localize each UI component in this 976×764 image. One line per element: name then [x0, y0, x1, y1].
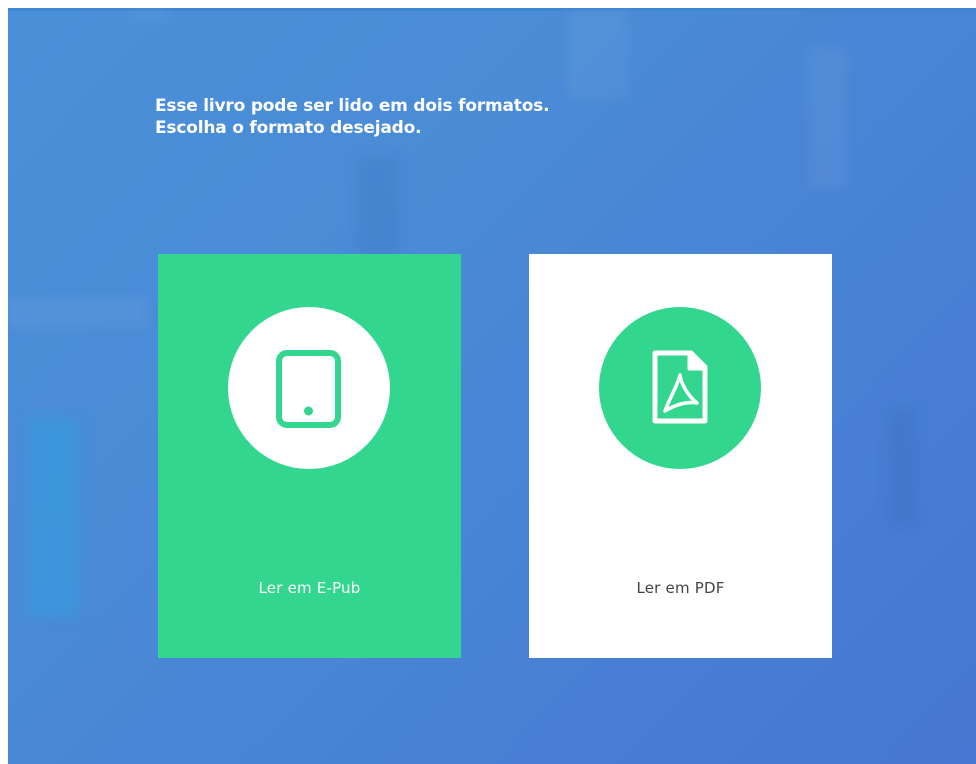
background-texture — [128, 8, 168, 20]
background-texture — [808, 48, 848, 188]
pdf-icon-circle — [599, 307, 761, 469]
format-chooser-panel: Esse livro pode ser lido em dois formato… — [8, 8, 976, 764]
format-prompt-heading: Esse livro pode ser lido em dois formato… — [155, 95, 550, 139]
read-pdf-label: Ler em PDF — [636, 579, 725, 597]
format-prompt-line-2: Escolha o formato desejado. — [155, 118, 422, 138]
read-epub-card[interactable]: Ler em E-Pub — [158, 254, 461, 658]
read-epub-label: Ler em E-Pub — [258, 579, 361, 597]
background-texture — [358, 158, 398, 258]
background-texture — [568, 8, 628, 98]
background-texture — [888, 408, 918, 528]
epub-icon-circle — [228, 307, 390, 469]
read-pdf-card[interactable]: Ler em PDF — [529, 254, 832, 658]
tablet-icon — [276, 350, 341, 428]
page: Esse livro pode ser lido em dois formato… — [0, 0, 976, 764]
pdf-file-icon — [652, 350, 708, 424]
background-texture — [8, 298, 148, 328]
background-texture — [28, 418, 78, 618]
format-prompt-line-1: Esse livro pode ser lido em dois formato… — [155, 96, 550, 116]
